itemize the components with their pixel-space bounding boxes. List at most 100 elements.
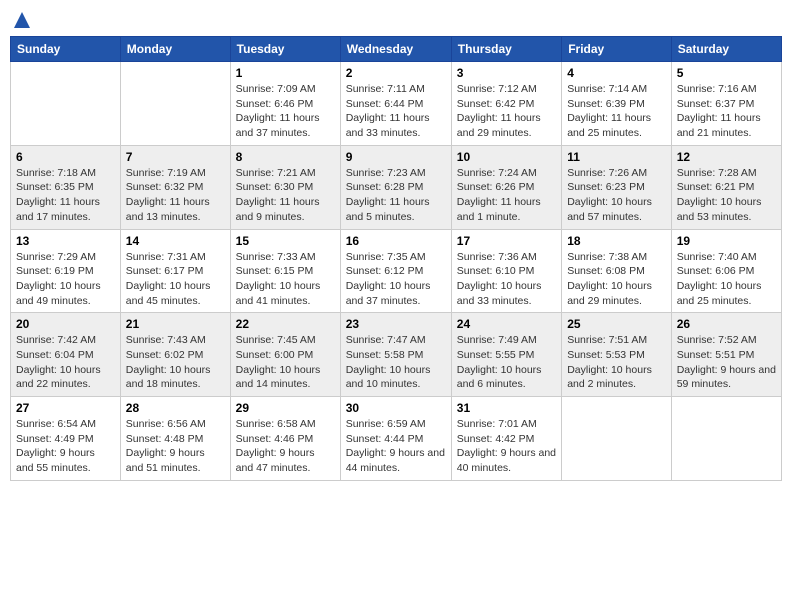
day-info: Sunrise: 7:11 AMSunset: 6:44 PMDaylight:… bbox=[346, 82, 446, 141]
day-info: Sunrise: 6:54 AMSunset: 4:49 PMDaylight:… bbox=[16, 417, 115, 476]
day-info: Sunrise: 7:47 AMSunset: 5:58 PMDaylight:… bbox=[346, 333, 446, 392]
day-number: 12 bbox=[677, 150, 776, 164]
calendar-cell: 21Sunrise: 7:43 AMSunset: 6:02 PMDayligh… bbox=[120, 313, 230, 397]
calendar: SundayMondayTuesdayWednesdayThursdayFrid… bbox=[10, 36, 782, 481]
calendar-cell: 24 Sunrise: 7:49 AMSunset: 5:55 PMDayligh… bbox=[451, 313, 561, 397]
day-info: Sunrise: 7:28 AMSunset: 6:21 PMDaylight:… bbox=[677, 166, 776, 225]
day-number: 25 bbox=[567, 317, 666, 331]
day-info: Sunrise: 7:36 AMSunset: 6:10 PMDaylight:… bbox=[457, 250, 556, 309]
calendar-cell: 22 Sunrise: 7:45 AMSunset: 6:00 PMDayligh… bbox=[230, 313, 340, 397]
day-number: 8 bbox=[236, 150, 335, 164]
day-number: 22 bbox=[236, 317, 335, 331]
calendar-cell: 2 Sunrise: 7:11 AMSunset: 6:44 PMDaylight… bbox=[340, 62, 451, 146]
day-info: Sunrise: 7:01 AMSunset: 4:42 PMDaylight:… bbox=[457, 417, 556, 476]
day-number: 10 bbox=[457, 150, 556, 164]
day-info: Sunrise: 7:42 AMSunset: 6:04 PMDaylight:… bbox=[16, 333, 115, 392]
day-number: 30 bbox=[346, 401, 446, 415]
day-info: Sunrise: 7:19 AMSunset: 6:32 PMDaylight:… bbox=[126, 166, 225, 225]
day-number: 6 bbox=[16, 150, 115, 164]
day-info: Sunrise: 7:24 AMSunset: 6:26 PMDaylight:… bbox=[457, 166, 556, 225]
calendar-cell: 10 Sunrise: 7:24 AMSunset: 6:26 PMDayligh… bbox=[451, 145, 561, 229]
day-info: Sunrise: 7:40 AMSunset: 6:06 PMDaylight:… bbox=[677, 250, 776, 309]
day-info: Sunrise: 6:59 AMSunset: 4:44 PMDaylight:… bbox=[346, 417, 446, 476]
calendar-cell: 13 Sunrise: 7:29 AMSunset: 6:19 PMDayligh… bbox=[11, 229, 121, 313]
calendar-cell: 18Sunrise: 7:38 AMSunset: 6:08 PMDayligh… bbox=[562, 229, 672, 313]
day-info: Sunrise: 7:29 AMSunset: 6:19 PMDaylight:… bbox=[16, 250, 115, 309]
day-info: Sunrise: 7:33 AMSunset: 6:15 PMDaylight:… bbox=[236, 250, 335, 309]
calendar-cell: 23Sunrise: 7:47 AMSunset: 5:58 PMDayligh… bbox=[340, 313, 451, 397]
calendar-cell: 9Sunrise: 7:23 AMSunset: 6:28 PMDaylight… bbox=[340, 145, 451, 229]
day-number: 15 bbox=[236, 234, 335, 248]
header-day-friday: Friday bbox=[562, 37, 672, 62]
day-number: 16 bbox=[346, 234, 446, 248]
day-info: Sunrise: 7:35 AMSunset: 6:12 PMDaylight:… bbox=[346, 250, 446, 309]
calendar-week-5: 27Sunrise: 6:54 AMSunset: 4:49 PMDayligh… bbox=[11, 397, 782, 481]
calendar-cell bbox=[562, 397, 672, 481]
calendar-cell: 25 Sunrise: 7:51 AMSunset: 5:53 PMDayligh… bbox=[562, 313, 672, 397]
day-number: 7 bbox=[126, 150, 225, 164]
day-number: 2 bbox=[346, 66, 446, 80]
calendar-week-2: 6 Sunrise: 7:18 AMSunset: 6:35 PMDaylight… bbox=[11, 145, 782, 229]
day-number: 31 bbox=[457, 401, 556, 415]
calendar-cell bbox=[11, 62, 121, 146]
calendar-week-3: 13 Sunrise: 7:29 AMSunset: 6:19 PMDayligh… bbox=[11, 229, 782, 313]
calendar-cell: 31 Sunrise: 7:01 AMSunset: 4:42 PMDayligh… bbox=[451, 397, 561, 481]
logo bbox=[10, 10, 32, 30]
day-info: Sunrise: 7:49 AMSunset: 5:55 PMDaylight:… bbox=[457, 333, 556, 392]
day-info: Sunrise: 7:14 AMSunset: 6:39 PMDaylight:… bbox=[567, 82, 666, 141]
day-number: 9 bbox=[346, 150, 446, 164]
day-number: 24 bbox=[457, 317, 556, 331]
calendar-cell: 16 Sunrise: 7:35 AMSunset: 6:12 PMDayligh… bbox=[340, 229, 451, 313]
day-info: Sunrise: 7:31 AMSunset: 6:17 PMDaylight:… bbox=[126, 250, 225, 309]
calendar-cell: 8 Sunrise: 7:21 AMSunset: 6:30 PMDaylight… bbox=[230, 145, 340, 229]
day-info: Sunrise: 7:43 AMSunset: 6:02 PMDaylight:… bbox=[126, 333, 225, 392]
header-day-saturday: Saturday bbox=[671, 37, 781, 62]
calendar-cell: 27Sunrise: 6:54 AMSunset: 4:49 PMDayligh… bbox=[11, 397, 121, 481]
day-number: 29 bbox=[236, 401, 335, 415]
day-info: Sunrise: 7:21 AMSunset: 6:30 PMDaylight:… bbox=[236, 166, 335, 225]
calendar-cell: 1 Sunrise: 7:09 AMSunset: 6:46 PMDaylight… bbox=[230, 62, 340, 146]
header-day-wednesday: Wednesday bbox=[340, 37, 451, 62]
day-info: Sunrise: 7:18 AMSunset: 6:35 PMDaylight:… bbox=[16, 166, 115, 225]
day-info: Sunrise: 7:38 AMSunset: 6:08 PMDaylight:… bbox=[567, 250, 666, 309]
calendar-cell: 17Sunrise: 7:36 AMSunset: 6:10 PMDayligh… bbox=[451, 229, 561, 313]
calendar-cell: 20Sunrise: 7:42 AMSunset: 6:04 PMDayligh… bbox=[11, 313, 121, 397]
day-number: 28 bbox=[126, 401, 225, 415]
day-info: Sunrise: 7:26 AMSunset: 6:23 PMDaylight:… bbox=[567, 166, 666, 225]
day-number: 11 bbox=[567, 150, 666, 164]
day-info: Sunrise: 7:16 AMSunset: 6:37 PMDaylight:… bbox=[677, 82, 776, 141]
day-number: 14 bbox=[126, 234, 225, 248]
logo-icon bbox=[12, 10, 32, 30]
calendar-cell: 19 Sunrise: 7:40 AMSunset: 6:06 PMDayligh… bbox=[671, 229, 781, 313]
day-info: Sunrise: 7:45 AMSunset: 6:00 PMDaylight:… bbox=[236, 333, 335, 392]
calendar-cell: 30 Sunrise: 6:59 AMSunset: 4:44 PMDayligh… bbox=[340, 397, 451, 481]
calendar-header-row: SundayMondayTuesdayWednesdayThursdayFrid… bbox=[11, 37, 782, 62]
day-info: Sunrise: 7:12 AMSunset: 6:42 PMDaylight:… bbox=[457, 82, 556, 141]
day-number: 5 bbox=[677, 66, 776, 80]
calendar-cell: 3Sunrise: 7:12 AMSunset: 6:42 PMDaylight… bbox=[451, 62, 561, 146]
calendar-cell: 7 Sunrise: 7:19 AMSunset: 6:32 PMDaylight… bbox=[120, 145, 230, 229]
calendar-week-1: 1 Sunrise: 7:09 AMSunset: 6:46 PMDaylight… bbox=[11, 62, 782, 146]
calendar-cell bbox=[120, 62, 230, 146]
calendar-cell: 28Sunrise: 6:56 AMSunset: 4:48 PMDayligh… bbox=[120, 397, 230, 481]
day-info: Sunrise: 6:58 AMSunset: 4:46 PMDaylight:… bbox=[236, 417, 335, 476]
day-info: Sunrise: 7:52 AMSunset: 5:51 PMDaylight:… bbox=[677, 333, 776, 392]
calendar-cell: 26 Sunrise: 7:52 AMSunset: 5:51 PMDayligh… bbox=[671, 313, 781, 397]
calendar-cell: 6 Sunrise: 7:18 AMSunset: 6:35 PMDaylight… bbox=[11, 145, 121, 229]
day-number: 13 bbox=[16, 234, 115, 248]
header bbox=[10, 10, 782, 30]
day-info: Sunrise: 7:09 AMSunset: 6:46 PMDaylight:… bbox=[236, 82, 335, 141]
day-number: 19 bbox=[677, 234, 776, 248]
day-number: 26 bbox=[677, 317, 776, 331]
day-info: Sunrise: 7:51 AMSunset: 5:53 PMDaylight:… bbox=[567, 333, 666, 392]
header-day-monday: Monday bbox=[120, 37, 230, 62]
calendar-cell: 4 Sunrise: 7:14 AMSunset: 6:39 PMDaylight… bbox=[562, 62, 672, 146]
calendar-week-4: 20Sunrise: 7:42 AMSunset: 6:04 PMDayligh… bbox=[11, 313, 782, 397]
header-day-sunday: Sunday bbox=[11, 37, 121, 62]
header-day-thursday: Thursday bbox=[451, 37, 561, 62]
calendar-cell: 11 Sunrise: 7:26 AMSunset: 6:23 PMDayligh… bbox=[562, 145, 672, 229]
calendar-cell: 14 Sunrise: 7:31 AMSunset: 6:17 PMDayligh… bbox=[120, 229, 230, 313]
day-number: 4 bbox=[567, 66, 666, 80]
calendar-cell bbox=[671, 397, 781, 481]
day-number: 1 bbox=[236, 66, 335, 80]
